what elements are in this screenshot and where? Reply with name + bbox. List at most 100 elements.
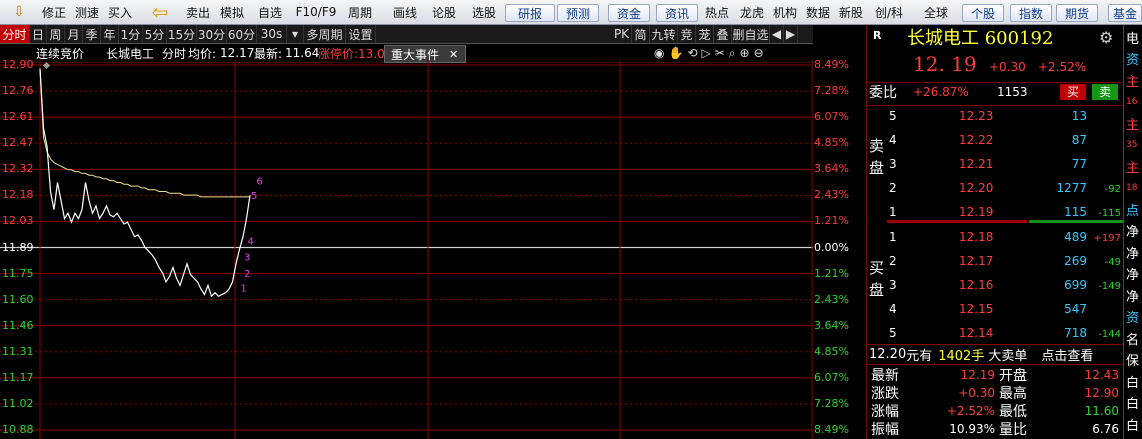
chart-marker-1: 1 bbox=[241, 283, 247, 294]
toolbar-item-15[interactable]: 新股 bbox=[837, 0, 865, 24]
period-tool-0[interactable]: PK bbox=[612, 25, 632, 43]
bid-price[interactable]: 12.16 bbox=[959, 275, 993, 295]
period-tool-2[interactable]: 九转 bbox=[650, 25, 678, 43]
bid-price[interactable]: 12.14 bbox=[959, 323, 993, 343]
period-tool-6[interactable]: 删自选 bbox=[732, 25, 770, 43]
toolbar-item-2[interactable]: 买入 bbox=[106, 0, 134, 24]
price-tick: 12.61 bbox=[2, 110, 34, 124]
edge-text: 35 bbox=[1126, 139, 1138, 150]
toolbar-item-13[interactable]: 机构 bbox=[771, 0, 799, 24]
bid-price[interactable]: 12.18 bbox=[959, 227, 993, 247]
ask-price[interactable]: 12.21 bbox=[959, 154, 993, 174]
toolbar-item-0[interactable]: 修正 bbox=[40, 0, 68, 24]
gear-icon[interactable]: ⚙ bbox=[1099, 27, 1113, 47]
period-tool-7[interactable]: ◀ bbox=[770, 25, 784, 43]
toolbar-tab-4[interactable]: 个股 bbox=[962, 4, 1004, 22]
edge-text: 净 bbox=[1126, 268, 1140, 283]
search-icon[interactable]: ⌕ bbox=[729, 46, 736, 60]
period-tool-8[interactable]: ▶ bbox=[784, 25, 798, 43]
toolbar-tab-7[interactable]: 基金 bbox=[1108, 4, 1142, 22]
percent-tick: 7.28% bbox=[814, 396, 849, 410]
toolbar-tab-0[interactable]: 研报 bbox=[505, 4, 555, 22]
side-edge-panel: 电资主 16 主 35 主 18 点净净净净资名保白白白 bbox=[1123, 25, 1142, 439]
edge-text: 主 bbox=[1126, 160, 1140, 176]
toolbar-item-9[interactable]: 论股 bbox=[430, 0, 458, 24]
period-tool-5[interactable]: 叠 bbox=[714, 25, 732, 43]
period-tool-4[interactable]: 茏 bbox=[696, 25, 714, 43]
percent-tick: 8.49% bbox=[814, 423, 849, 436]
chart-canvas: 1 2 3 4 56 bbox=[0, 60, 813, 439]
bid-level-3: 3 bbox=[889, 278, 897, 292]
big-order-unit: 元有 bbox=[906, 348, 933, 364]
toolbar-item-11[interactable]: 热点 bbox=[703, 0, 731, 24]
toolbar-tab-3[interactable]: 资讯 bbox=[656, 4, 698, 22]
toolbar-tab-6[interactable]: 期货 bbox=[1056, 4, 1098, 22]
edge-text: 净 bbox=[1126, 225, 1140, 240]
replay-icon[interactable]: ⟲ bbox=[687, 46, 697, 60]
last-price: 12. 19 bbox=[913, 52, 977, 76]
stat-label: 最低 bbox=[999, 404, 1027, 420]
toolbar-item-16[interactable]: 创/科 bbox=[872, 0, 906, 24]
price-tick: 11.75 bbox=[2, 266, 34, 280]
toolbar-item-7[interactable]: 周期 bbox=[346, 0, 374, 24]
toolbar-tab-2[interactable]: 资金 bbox=[608, 4, 650, 22]
big-order-qty: 1402手 bbox=[938, 348, 985, 364]
ask-price[interactable]: 12.20 bbox=[959, 178, 993, 198]
period-tab-10[interactable]: 60分 bbox=[227, 25, 257, 43]
left-arrow-icon[interactable]: ⇦ bbox=[142, 0, 178, 24]
toolbar-item-8[interactable]: 画线 bbox=[391, 0, 419, 24]
period-tab-8[interactable]: 15分 bbox=[167, 25, 197, 43]
stat-label: 涨跌 bbox=[871, 386, 899, 402]
period-tab-3[interactable]: 月 bbox=[65, 25, 83, 43]
period-tab-14[interactable]: 设置 bbox=[346, 25, 376, 43]
divider bbox=[867, 82, 1123, 83]
bid-change: -149 bbox=[1098, 280, 1121, 292]
ask-price[interactable]: 12.23 bbox=[959, 106, 993, 126]
zoom-in-icon[interactable]: ⊕ bbox=[740, 46, 750, 60]
big-order-row[interactable]: 12.20 元有 1402手 大卖单 点击查看 bbox=[869, 344, 1093, 364]
scissors-icon[interactable]: ✂ bbox=[715, 46, 725, 60]
zoom-out-icon[interactable]: ⊖ bbox=[754, 46, 764, 60]
period-tab-7[interactable]: 5分 bbox=[143, 25, 167, 43]
period-tab-12[interactable]: ▾ bbox=[287, 25, 304, 43]
period-tab-9[interactable]: 30分 bbox=[197, 25, 227, 43]
toolbar-item-1[interactable]: 测速 bbox=[73, 0, 101, 24]
period-tab-13[interactable]: 多周期 bbox=[304, 25, 346, 43]
toolbar-item-17[interactable]: 全球 bbox=[922, 0, 950, 24]
percent-tick: 8.49% bbox=[814, 58, 849, 71]
buy-button[interactable]: 买 bbox=[1060, 84, 1086, 100]
intraday-chart[interactable]: 1 2 3 4 56 bbox=[0, 60, 813, 439]
period-tab-2[interactable]: 周 bbox=[47, 25, 65, 43]
big-order-link[interactable]: 点击查看 bbox=[1041, 345, 1093, 364]
toolbar-tab-1[interactable]: 预测 bbox=[557, 4, 599, 22]
bid-price[interactable]: 12.15 bbox=[959, 299, 993, 319]
period-tab-4[interactable]: 季 bbox=[83, 25, 101, 43]
hand-icon[interactable]: ✋ bbox=[668, 46, 683, 60]
toolbar-item-14[interactable]: 数据 bbox=[804, 0, 832, 24]
period-tool-1[interactable]: 简 bbox=[632, 25, 650, 43]
percent-tick: 6.07% bbox=[814, 370, 849, 384]
stat-value: +2.52% bbox=[946, 404, 995, 418]
back-arrow-icon[interactable]: ⇩ bbox=[8, 1, 30, 23]
toolbar-item-12[interactable]: 龙虎 bbox=[738, 0, 766, 24]
toolbar-item-6[interactable]: F10/F9 bbox=[296, 0, 337, 24]
period-tab-0[interactable]: 分时 bbox=[0, 25, 30, 43]
period-tab-5[interactable]: 年 bbox=[101, 25, 119, 43]
toolbar-tab-5[interactable]: 指数 bbox=[1010, 4, 1052, 22]
ask-price[interactable]: 12.19 bbox=[959, 202, 993, 222]
bid-price[interactable]: 12.17 bbox=[959, 251, 993, 271]
price-tick: 11.31 bbox=[2, 344, 34, 358]
period-tab-11[interactable]: 30s bbox=[257, 25, 287, 43]
toolbar-item-5[interactable]: 自选 bbox=[256, 0, 284, 24]
toolbar-item-3[interactable]: 卖出 bbox=[184, 0, 212, 24]
toolbar-item-10[interactable]: 选股 bbox=[470, 0, 498, 24]
period-tab-1[interactable]: 日 bbox=[30, 25, 47, 43]
eye-icon[interactable]: ◉ bbox=[654, 46, 664, 60]
period-tab-6[interactable]: 1分 bbox=[119, 25, 143, 43]
sell-button[interactable]: 卖 bbox=[1092, 84, 1118, 100]
play-icon[interactable]: ▷ bbox=[702, 46, 711, 60]
ask-price[interactable]: 12.22 bbox=[959, 130, 993, 150]
ask-level-3: 3 bbox=[889, 157, 897, 171]
toolbar-item-4[interactable]: 模拟 bbox=[218, 0, 246, 24]
period-tool-3[interactable]: 竞 bbox=[678, 25, 696, 43]
